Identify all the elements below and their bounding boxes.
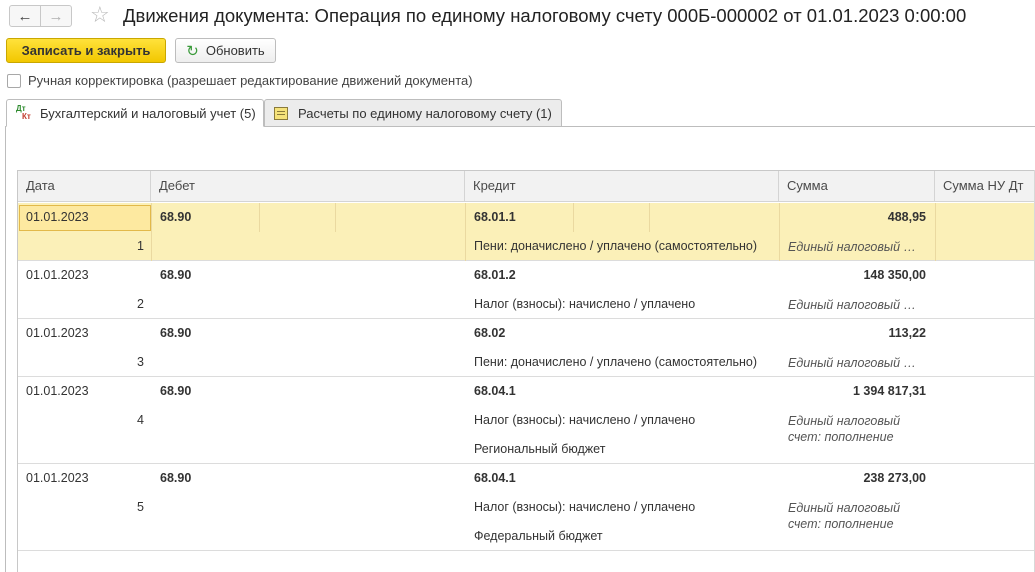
back-button[interactable]: ← xyxy=(9,5,41,27)
forward-button[interactable]: → xyxy=(40,5,72,27)
row-sum: 113,22 xyxy=(888,326,926,340)
table-row[interactable]: 01.01.2023 4 68.90 68.04.1 Налог (взносы… xyxy=(18,377,1035,464)
row-credit: 68.01.2 xyxy=(474,268,516,282)
row-sum-description: Единый налоговый … xyxy=(788,240,917,254)
table-row[interactable]: 01.01.2023 1 68.90 68.01.1 Пени: доначис… xyxy=(18,203,1035,261)
table-row[interactable]: 01.01.2023 3 68.90 68.02 Пени: доначисле… xyxy=(18,319,1035,377)
row-number: 1 xyxy=(137,239,144,253)
page-title: Движения документа: Операция по единому … xyxy=(123,5,967,26)
row-credit: 68.01.1 xyxy=(474,210,516,224)
row-credit: 68.04.1 xyxy=(474,471,516,485)
row-sum: 148 350,00 xyxy=(863,268,926,282)
column-header-credit[interactable]: Кредит xyxy=(465,171,779,202)
column-header-sum[interactable]: Сумма xyxy=(779,171,935,202)
row-number: 3 xyxy=(137,355,144,369)
row-credit-subconto: Пени: доначислено / уплачено (самостояте… xyxy=(474,355,758,369)
row-credit-subconto: Пени: доначислено / уплачено (самостояте… xyxy=(474,239,758,253)
row-date: 01.01.2023 xyxy=(26,471,89,485)
save-and-close-button[interactable]: Записать и закрыть xyxy=(6,38,166,63)
manual-edit-label[interactable]: Ручная корректировка (разрешает редактир… xyxy=(28,73,473,88)
row-credit-subconto: Налог (взносы): начислено / уплачено xyxy=(474,500,696,514)
row-sum-description: Единый налоговый … xyxy=(788,298,917,312)
document-icon xyxy=(274,106,288,120)
row-debit: 68.90 xyxy=(160,268,192,282)
row-debit: 68.90 xyxy=(160,384,192,398)
refresh-icon: ↻ xyxy=(186,42,199,60)
row-number: 4 xyxy=(137,413,144,427)
dt-kt-icon: Дт Кт xyxy=(16,104,31,121)
row-debit: 68.90 xyxy=(160,210,192,224)
table-row[interactable]: 01.01.2023 2 68.90 68.01.2 Налог (взносы… xyxy=(18,261,1035,319)
arrow-right-icon: → xyxy=(48,7,64,25)
row-credit: 68.04.1 xyxy=(474,384,516,398)
row-date: 01.01.2023 xyxy=(26,326,89,340)
tab-ens-settlements[interactable]: Расчеты по единому налоговому счету (1) xyxy=(264,99,562,127)
movements-table[interactable]: Дата Дебет Кредит Сумма Сумма НУ Дт 01.0… xyxy=(17,170,1035,572)
manual-edit-checkbox[interactable] xyxy=(7,73,21,88)
row-date: 01.01.2023 xyxy=(26,384,89,398)
row-credit-subconto: Налог (взносы): начислено / уплачено xyxy=(474,413,696,427)
row-sum: 1 394 817,31 xyxy=(853,384,926,398)
row-number: 5 xyxy=(137,500,144,514)
column-header-date[interactable]: Дата xyxy=(18,171,151,202)
title-bar: ← → ☆ Движения документа: Операция по ед… xyxy=(0,0,1035,32)
refresh-button[interactable]: ↻ Обновить xyxy=(175,38,276,63)
tab-panel-border xyxy=(5,126,6,572)
row-credit-subconto-2: Региональный бюджет xyxy=(474,442,606,456)
row-date: 01.01.2023 xyxy=(26,268,89,282)
row-credit-subconto-2: Федеральный бюджет xyxy=(474,529,603,543)
row-sum-description: Единый налоговый счет: пополнение xyxy=(788,501,901,531)
manual-edit-row: Ручная корректировка (разрешает редактир… xyxy=(7,73,473,88)
table-header: Дата Дебет Кредит Сумма Сумма НУ Дт xyxy=(18,171,1035,202)
table-row[interactable]: 01.01.2023 5 68.90 68.04.1 Налог (взносы… xyxy=(18,464,1035,551)
row-number: 2 xyxy=(137,297,144,311)
star-icon[interactable]: ☆ xyxy=(90,2,110,28)
arrow-left-icon: ← xyxy=(17,7,33,25)
refresh-label: Обновить xyxy=(205,43,265,58)
row-sum: 238 273,00 xyxy=(863,471,926,485)
column-header-debit[interactable]: Дебет xyxy=(151,171,465,202)
row-debit: 68.90 xyxy=(160,471,192,485)
row-credit-subconto: Налог (взносы): начислено / уплачено xyxy=(474,297,696,311)
row-date: 01.01.2023 xyxy=(26,210,89,224)
tab-accounting-label: Бухгалтерский и налоговый учет (5) xyxy=(40,105,256,121)
row-sum: 488,95 xyxy=(887,210,926,224)
tab-ens-label: Расчеты по единому налоговому счету (1) xyxy=(298,105,552,121)
row-sum-description: Единый налоговый … xyxy=(788,356,917,370)
column-header-sum-nu-dt[interactable]: Сумма НУ Дт xyxy=(935,171,1035,202)
row-sum-description: Единый налоговый счет: пополнение xyxy=(788,414,901,444)
row-credit: 68.02 xyxy=(474,326,506,340)
tab-accounting[interactable]: Дт Кт Бухгалтерский и налоговый учет (5) xyxy=(6,99,264,127)
row-debit: 68.90 xyxy=(160,326,192,340)
